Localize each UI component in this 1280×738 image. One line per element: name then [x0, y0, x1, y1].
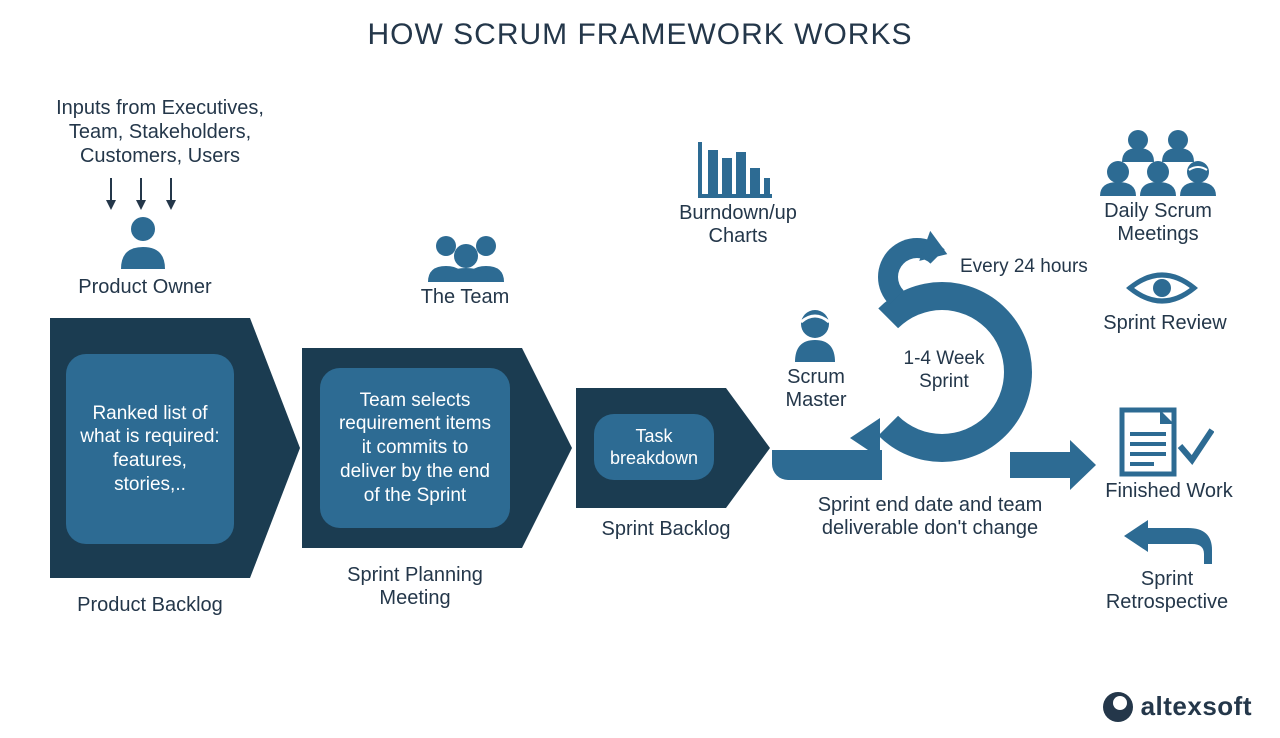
sprint-backlog-desc: Task breakdown	[594, 414, 714, 480]
person-icon	[115, 213, 171, 269]
document-check-icon	[1118, 406, 1214, 478]
sprint-planning-caption: Sprint Planning Meeting	[310, 564, 520, 610]
finish-arrow-icon	[1010, 452, 1070, 478]
sprint-note: Sprint end date and team deliverable don…	[800, 494, 1060, 540]
brand-mark-icon	[1103, 692, 1133, 722]
sprint-backlog-caption: Sprint Backlog	[576, 518, 756, 541]
sprint-duration-label: 1-4 Week Sprint	[894, 348, 994, 394]
sprint-review-label: Sprint Review	[1090, 312, 1240, 335]
product-owner-label: Product Owner	[65, 276, 225, 299]
daily-loop-label: Every 24 hours	[960, 256, 1120, 279]
the-team-label: The Team	[400, 286, 530, 309]
retrospective-label: Sprint Retrospective	[1082, 568, 1252, 614]
product-backlog-caption: Product Backlog	[50, 594, 250, 617]
team-icon	[418, 232, 514, 282]
thin-arrow-icon	[110, 178, 112, 208]
retro-arrow-icon	[1122, 520, 1212, 564]
scrum-master-label: Scrum Master	[766, 366, 866, 412]
scrum-master-icon	[790, 308, 840, 362]
finished-work-label: Finished Work	[1094, 480, 1244, 503]
daily-meetings-label: Daily Scrum Meetings	[1088, 200, 1228, 246]
sprint-planning-desc: Team selects requirement items it commit…	[320, 368, 510, 528]
daily-meetings-icon	[1098, 126, 1218, 196]
product-backlog-desc: Ranked list of what is required: feature…	[66, 354, 234, 544]
thin-arrow-icon	[140, 178, 142, 208]
page-title: HOW SCRUM FRAMEWORK WORKS	[0, 18, 1280, 52]
thin-arrow-icon	[170, 178, 172, 208]
eye-icon	[1126, 268, 1198, 308]
brand-logo: altexsoft	[1103, 691, 1252, 722]
sprint-tail	[772, 450, 882, 480]
inputs-label: Inputs from Executives, Team, Stakeholde…	[40, 96, 280, 168]
brand-name: altexsoft	[1141, 691, 1252, 722]
bar-chart-icon	[698, 142, 772, 198]
burndown-label: Burndown/up Charts	[648, 202, 828, 248]
